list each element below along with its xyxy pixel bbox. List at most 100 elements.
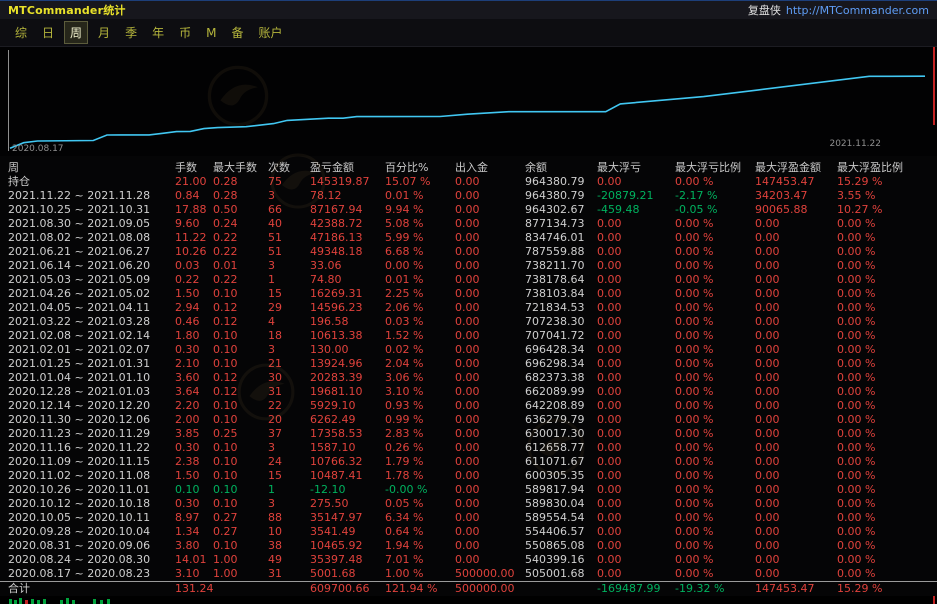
table-cell: 0.00 % xyxy=(837,371,937,385)
table-row[interactable]: 2020.11.30 ~ 2020.12.062.000.10206262.49… xyxy=(0,413,937,427)
table-cell: 22 xyxy=(268,399,310,413)
column-header[interactable]: 最大浮亏 xyxy=(597,160,675,175)
table-row[interactable]: 2020.12.28 ~ 2021.01.033.640.123119681.1… xyxy=(0,385,937,399)
table-cell: 0.00 % xyxy=(675,399,755,413)
table-row[interactable]: 2020.08.31 ~ 2020.09.063.800.103810465.9… xyxy=(0,539,937,553)
table-row[interactable]: 2021.02.08 ~ 2021.02.141.800.101810613.3… xyxy=(0,329,937,343)
table-cell: 0.00 % xyxy=(837,343,937,357)
table-cell: 0.00 xyxy=(455,371,525,385)
table-cell: 0.00 xyxy=(755,259,837,273)
table-cell: 5.08 % xyxy=(385,217,455,231)
table-cell: 1.94 % xyxy=(385,539,455,553)
table-cell: 2.10 xyxy=(175,357,213,371)
table-row[interactable]: 2021.06.21 ~ 2021.06.2710.260.225149348.… xyxy=(0,245,937,259)
menu-item-季[interactable]: 季 xyxy=(120,22,142,43)
menu-item-日[interactable]: 日 xyxy=(37,22,59,43)
table-row[interactable]: 2020.12.14 ~ 2020.12.202.200.10225929.10… xyxy=(0,399,937,413)
table-cell: 0.00 xyxy=(755,371,837,385)
column-header[interactable]: 手数 xyxy=(175,160,213,175)
table-cell: 738178.64 xyxy=(525,273,597,287)
table-cell: 9.60 xyxy=(175,217,213,231)
table-cell: 6.68 % xyxy=(385,245,455,259)
table-row[interactable]: 2021.10.25 ~ 2021.10.3117.880.506687167.… xyxy=(0,203,937,217)
table-cell: 0.28 xyxy=(213,189,268,203)
table-row[interactable]: 2021.06.14 ~ 2021.06.200.030.01333.060.0… xyxy=(0,259,937,273)
brand-url-link[interactable]: http://MTCommander.com xyxy=(786,4,929,17)
table-cell: 550865.08 xyxy=(525,539,597,553)
table-cell: 87167.94 xyxy=(310,203,385,217)
table-row[interactable]: 2021.11.22 ~ 2021.11.280.840.28378.120.0… xyxy=(0,189,937,203)
table-row[interactable]: 2020.08.17 ~ 2020.08.233.101.00315001.68… xyxy=(0,567,937,581)
column-header[interactable]: 余额 xyxy=(525,160,597,175)
table-cell: 51 xyxy=(268,245,310,259)
table-cell: 0.00 % xyxy=(837,567,937,581)
table-row[interactable]: 持仓21.000.2875145319.8715.07 %0.00964380.… xyxy=(0,175,937,189)
table-row[interactable]: 2020.08.24 ~ 2020.08.3014.011.004935397.… xyxy=(0,553,937,567)
column-header[interactable]: 百分比% xyxy=(385,160,455,175)
table-cell xyxy=(213,582,268,596)
table-cell: 0.00 xyxy=(755,567,837,581)
table-cell: 14596.23 xyxy=(310,301,385,315)
table-row[interactable]: 2021.08.30 ~ 2021.09.059.600.244042388.7… xyxy=(0,217,937,231)
table-row[interactable]: 2021.08.02 ~ 2021.08.0811.220.225147186.… xyxy=(0,231,937,245)
table-row[interactable]: 2021.01.25 ~ 2021.01.312.100.102113924.9… xyxy=(0,357,937,371)
bar-tick xyxy=(9,599,12,604)
table-cell: 90065.88 xyxy=(755,203,837,217)
bar-tick xyxy=(19,598,22,604)
table-cell: 0.00 xyxy=(755,385,837,399)
bar-tick xyxy=(37,600,40,604)
table-row[interactable]: 2020.10.12 ~ 2020.10.180.300.103275.500.… xyxy=(0,497,937,511)
table-cell: 0.00 % xyxy=(675,483,755,497)
table-cell: 0.22 xyxy=(213,273,268,287)
chart-start-date: 2020.08.17 xyxy=(12,144,64,154)
table-cell: 707238.30 xyxy=(525,315,597,329)
menu-item-综[interactable]: 综 xyxy=(10,22,32,43)
table-cell: 2021.10.25 ~ 2021.10.31 xyxy=(8,203,175,217)
table-cell: 0.00 % xyxy=(675,413,755,427)
table-row[interactable]: 2020.11.16 ~ 2020.11.220.300.1031587.100… xyxy=(0,441,937,455)
table-cell: 5929.10 xyxy=(310,399,385,413)
column-header[interactable]: 次数 xyxy=(268,160,310,175)
menu-item-账户[interactable]: 账户 xyxy=(253,22,287,43)
table-cell: 0.00 xyxy=(455,539,525,553)
column-header[interactable]: 最大手数 xyxy=(213,160,268,175)
table-row[interactable]: 2021.01.04 ~ 2021.01.103.600.123020283.3… xyxy=(0,371,937,385)
table-row[interactable]: 2020.11.23 ~ 2020.11.293.850.253717358.5… xyxy=(0,427,937,441)
table-row[interactable]: 2020.11.09 ~ 2020.11.152.380.102410766.3… xyxy=(0,455,937,469)
column-header[interactable]: 最大浮亏比例 xyxy=(675,160,755,175)
column-header[interactable]: 最大浮盈金额 xyxy=(755,160,837,175)
table-cell: 3.85 xyxy=(175,427,213,441)
column-header[interactable]: 出入金 xyxy=(455,160,525,175)
table-cell: 0.00 % xyxy=(675,567,755,581)
menu-item-年[interactable]: 年 xyxy=(147,22,169,43)
table-row[interactable]: 2020.10.05 ~ 2020.10.118.970.278835147.9… xyxy=(0,511,937,525)
table-cell: 20283.39 xyxy=(310,371,385,385)
table-row[interactable]: 2021.03.22 ~ 2021.03.280.460.124196.580.… xyxy=(0,315,937,329)
table-row[interactable]: 2021.04.26 ~ 2021.05.021.500.101516269.3… xyxy=(0,287,937,301)
menu-item-月[interactable]: 月 xyxy=(93,22,115,43)
column-header[interactable]: 盈亏金额 xyxy=(310,160,385,175)
table-cell: 0.00 % xyxy=(837,301,937,315)
table-cell: 540399.16 xyxy=(525,553,597,567)
table-cell: 2020.09.28 ~ 2020.10.04 xyxy=(8,525,175,539)
menu-item-周[interactable]: 周 xyxy=(64,21,88,44)
table-cell: 196.58 xyxy=(310,315,385,329)
table-row[interactable]: 2020.10.26 ~ 2020.11.010.100.101-12.10-0… xyxy=(0,483,937,497)
table-row[interactable]: 2021.04.05 ~ 2021.04.112.940.122914596.2… xyxy=(0,301,937,315)
table-cell: 15.29 % xyxy=(837,175,937,189)
table-cell: 33.06 xyxy=(310,259,385,273)
table-cell: 0.00 xyxy=(455,217,525,231)
column-header[interactable]: 周 xyxy=(8,160,175,175)
menu-item-备[interactable]: 备 xyxy=(226,22,248,43)
table-row[interactable]: 2021.02.01 ~ 2021.02.070.300.103130.000.… xyxy=(0,343,937,357)
table-cell: 964380.79 xyxy=(525,175,597,189)
table-row[interactable]: 2020.09.28 ~ 2020.10.041.340.27103541.49… xyxy=(0,525,937,539)
menu-item-M[interactable]: M xyxy=(201,24,221,42)
table-cell: 10487.41 xyxy=(310,469,385,483)
table-row[interactable]: 2020.11.02 ~ 2020.11.081.500.101510487.4… xyxy=(0,469,937,483)
column-header[interactable]: 最大浮盈比例 xyxy=(837,160,937,175)
table-row[interactable]: 2021.05.03 ~ 2021.05.090.220.22174.800.0… xyxy=(0,273,937,287)
table-cell: 0.00 xyxy=(755,315,837,329)
table-cell: 5.99 % xyxy=(385,231,455,245)
menu-item-币[interactable]: 币 xyxy=(174,22,196,43)
